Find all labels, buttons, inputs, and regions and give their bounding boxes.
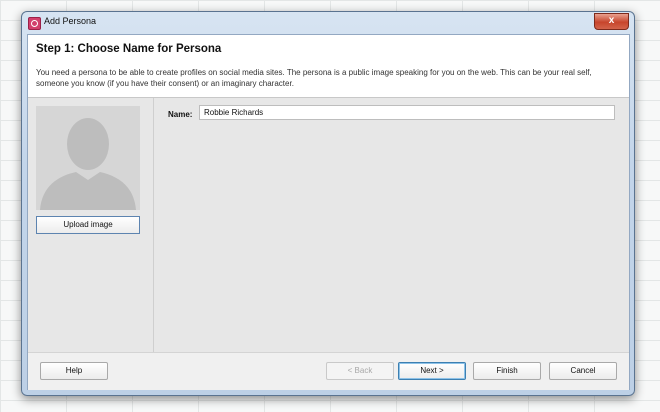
close-button[interactable]: x bbox=[594, 13, 629, 30]
wizard-header: Step 1: Choose Name for Persona You need… bbox=[28, 35, 629, 98]
next-button[interactable]: Next > bbox=[398, 362, 466, 380]
finish-button[interactable]: Finish bbox=[473, 362, 541, 380]
title-bar[interactable]: Add Persona x bbox=[22, 12, 634, 34]
step-title: Step 1: Choose Name for Persona bbox=[36, 43, 222, 55]
image-panel: Upload image bbox=[28, 98, 154, 352]
upload-image-button[interactable]: Upload image bbox=[36, 216, 140, 234]
step-description: You need a persona to be able to create … bbox=[36, 68, 592, 88]
wizard-content: Upload image Name: bbox=[28, 98, 629, 352]
name-label: Name: bbox=[168, 110, 193, 119]
avatar-placeholder-icon bbox=[36, 106, 140, 210]
wizard-footer: Help < Back Next > Finish Cancel bbox=[28, 352, 629, 390]
cancel-button[interactable]: Cancel bbox=[549, 362, 617, 380]
help-button[interactable]: Help bbox=[40, 362, 108, 380]
name-input[interactable] bbox=[199, 105, 615, 120]
dialog-body: Step 1: Choose Name for Persona You need… bbox=[27, 34, 630, 390]
back-button[interactable]: < Back bbox=[326, 362, 394, 380]
add-persona-dialog: Add Persona x Step 1: Choose Name for Pe… bbox=[21, 11, 635, 396]
app-icon bbox=[28, 17, 41, 30]
window-title: Add Persona bbox=[44, 16, 97, 26]
